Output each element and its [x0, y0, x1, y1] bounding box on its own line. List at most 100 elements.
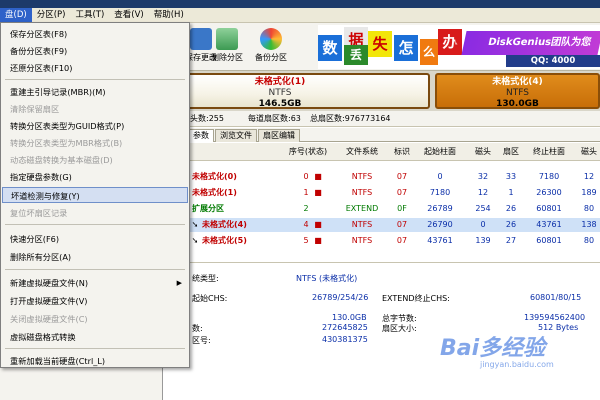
tree-branch-icon: ➘ — [191, 220, 199, 229]
sector-no-value: 430381375 — [322, 335, 368, 344]
row-head: 254 — [475, 204, 491, 213]
row-index: 5 — [303, 236, 309, 245]
menu-separator — [5, 348, 185, 349]
menu-item-restore-partition-table[interactable]: 还原分区表(F10) — [2, 60, 188, 76]
row-start: 43761 — [427, 236, 453, 245]
backup-partition-button[interactable]: 备份分区 — [250, 25, 292, 69]
row-index: 1 — [303, 188, 309, 197]
sector-no-label: 区号: — [192, 336, 211, 345]
fs-type-value: NTFS (未格式化) — [296, 274, 358, 283]
menu-item-clear-reserved[interactable]: 清除保留扇区 — [2, 101, 188, 117]
menu-item-reset-bad-sector[interactable]: 复位坏扇区记录 — [2, 205, 188, 221]
row-sector: 27 — [505, 236, 517, 245]
row-end-head: 138 — [581, 220, 597, 229]
flag-icon: ■ — [314, 236, 322, 245]
extend-end-chs-value: 60801/80/15 — [530, 293, 582, 302]
row-fs: NTFS — [351, 188, 373, 197]
banner-tile: ! — [452, 33, 460, 51]
flag-icon: ■ — [314, 188, 322, 197]
menu-item-label: 新建虚拟硬盘文件(N) — [10, 278, 89, 288]
menu-item-reload-disk[interactable]: 重新加载当前硬盘(Ctrl_L) — [2, 353, 188, 369]
col-id[interactable]: 标识 — [390, 143, 414, 161]
menu-item-new-virtual-disk[interactable]: 新建虚拟硬盘文件(N) ▶ — [2, 275, 188, 291]
menu-item-save-partition-table[interactable]: 保存分区表(F8) — [2, 26, 188, 42]
extend-end-chs-label: EXTEND终止CHS: — [382, 294, 450, 303]
row-sector: 26 — [505, 220, 517, 229]
menu-item-delete-all[interactable]: 删除所有分区(A) — [2, 249, 188, 265]
start-chs-label: 起始CHS: — [192, 294, 228, 303]
fs-type-label: 统类型: — [192, 274, 219, 283]
tab-sector-edit[interactable]: 扇区编辑 — [258, 129, 300, 142]
row-head: 0 — [480, 220, 486, 229]
col-index[interactable]: 序号(状态) — [282, 143, 334, 161]
row-end: 43761 — [536, 220, 562, 229]
sector-size-label: 扇区大小: — [382, 324, 417, 333]
row-id: 07 — [396, 188, 408, 197]
menu-item-backup-partition-table[interactable]: 备份分区表(F9) — [2, 43, 188, 59]
menu-item-convert-mbr[interactable]: 转换分区表类型为MBR格式(B) — [2, 135, 188, 151]
row-sector: 33 — [505, 172, 517, 181]
menu-item-convert-guid[interactable]: 转换分区表类型为GUID格式(P) — [2, 118, 188, 134]
ad-banner[interactable]: 数 据 丢 失 怎 么 办 ! DiskGenius团队为您 QQ: 4000 — [318, 25, 600, 69]
heads-info: 头数:255 — [190, 114, 224, 123]
row-head: 139 — [475, 236, 491, 245]
menu-item-disk-params[interactable]: 指定硬盘参数(G) — [2, 169, 188, 185]
banner-qq: QQ: 4000 — [506, 55, 600, 67]
menu-tools[interactable]: 工具(T) — [70, 8, 109, 23]
row-name: 未格式化(1) — [192, 188, 237, 197]
row-end: 60801 — [536, 236, 562, 245]
submenu-arrow-icon: ▶ — [176, 279, 182, 287]
col-head[interactable]: 磁头 — [472, 143, 494, 161]
banner-tile: 数 — [318, 35, 342, 61]
menu-item-virtual-disk-convert[interactable]: 虚拟磁盘格式转换 — [2, 329, 188, 345]
backup-disc-icon — [260, 28, 282, 50]
banner-tile: 怎 — [394, 35, 418, 61]
tab-browse-files[interactable]: 浏览文件 — [215, 129, 257, 142]
row-name: 扩展分区 — [192, 204, 224, 213]
row-index: 0 — [303, 172, 309, 181]
row-index: 2 — [303, 204, 309, 213]
row-id: 07 — [396, 236, 408, 245]
baidu-watermark: Bai多经验 jingyan.baidu.com — [440, 330, 590, 390]
col-sector[interactable]: 扇区 — [500, 143, 522, 161]
col-end-head[interactable]: 磁头 — [578, 143, 600, 161]
row-id: 07 — [396, 172, 408, 181]
menu-item-quick-partition[interactable]: 快速分区(F6) — [2, 231, 188, 247]
row-end: 60801 — [536, 204, 562, 213]
tab-params[interactable]: 参数 — [188, 129, 214, 142]
col-start-cyl[interactable]: 起始柱面 — [420, 143, 460, 161]
total-sectors-info: 总扇区数:976773164 — [310, 114, 391, 123]
menu-item-bad-sector-check[interactable]: 坏道检测与修复(Y) — [2, 187, 188, 203]
menu-partition[interactable]: 分区(P) — [32, 8, 71, 23]
menu-item-close-virtual-disk[interactable]: 关闭虚拟硬盘文件(C) — [2, 311, 188, 327]
row-end: 7180 — [538, 172, 560, 181]
menu-disk[interactable]: 盘(D) — [0, 7, 32, 23]
row-sector: 1 — [508, 188, 514, 197]
start-chs-value: 26789/254/26 — [312, 293, 369, 302]
col-filesystem[interactable]: 文件系统 — [342, 143, 382, 161]
row-start: 26790 — [427, 220, 453, 229]
menu-item-rebuild-mbr[interactable]: 重建主引导记录(MBR)(M) — [2, 84, 188, 100]
row-fs: NTFS — [351, 220, 373, 229]
menu-bar: 盘(D) 分区(P) 工具(T) 查看(V) 帮助(H) — [0, 7, 600, 23]
banner-tile: 失 — [368, 31, 392, 57]
partition-size: 130.0GB — [496, 99, 539, 109]
menu-help[interactable]: 帮助(H) — [149, 8, 189, 23]
delete-partition-button[interactable]: 删除分区 — [206, 25, 248, 69]
watermark-url: jingyan.baidu.com — [480, 360, 554, 369]
menu-separator — [5, 224, 185, 225]
menu-view[interactable]: 查看(V) — [109, 8, 148, 23]
partition-block-4[interactable]: 未格式化(4) NTFS 130.0GB — [435, 73, 600, 109]
banner-tile: 么 — [420, 39, 438, 65]
col-end-cyl[interactable]: 终止柱面 — [528, 143, 570, 161]
menu-item-dynamic-to-basic[interactable]: 动态磁盘转换为基本磁盘(D) — [2, 152, 188, 168]
row-end-head: 80 — [583, 236, 595, 245]
menu-item-open-virtual-disk[interactable]: 打开虚拟硬盘文件(V) — [2, 293, 188, 309]
tree-branch-icon: ➘ — [191, 236, 199, 245]
delete-partition-label: 删除分区 — [211, 53, 243, 62]
row-start: 7180 — [429, 188, 451, 197]
count-value: 272645825 — [322, 323, 368, 332]
row-head: 12 — [477, 188, 489, 197]
row-name: 未格式化(4) — [202, 220, 247, 229]
menu-separator — [5, 79, 185, 80]
